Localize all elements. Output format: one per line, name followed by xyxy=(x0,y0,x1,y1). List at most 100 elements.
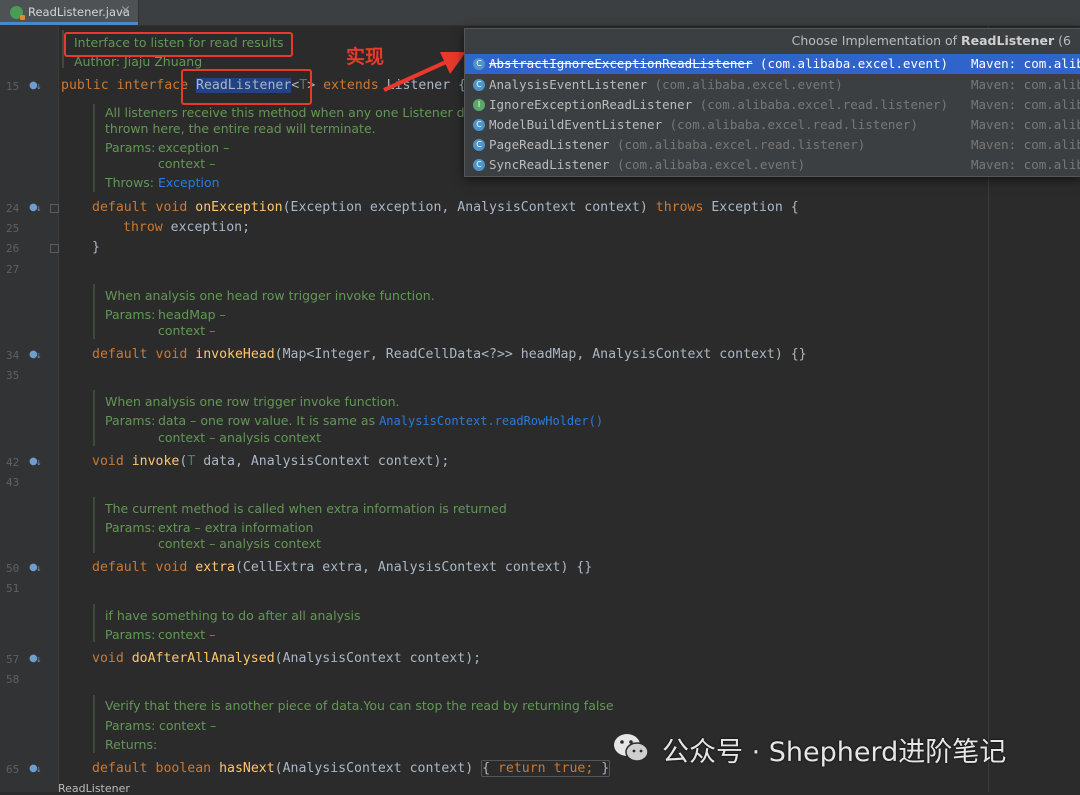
doc-param: data – one row value. It is same as Anal… xyxy=(158,413,603,428)
class-icon: C xyxy=(473,58,485,70)
doc-params-label: Params: xyxy=(105,413,156,428)
doc-param: context – xyxy=(155,718,217,733)
implementation-package: (com.alibaba.excel.event) xyxy=(609,157,806,172)
line-number: 24 xyxy=(6,202,20,215)
implementation-package: (com.alibaba.excel.event) xyxy=(647,77,843,92)
highlight-box xyxy=(181,69,312,105)
fold-icon[interactable] xyxy=(50,244,59,253)
method-name[interactable]: invokeHead xyxy=(195,347,274,362)
implementation-name: IgnoreExceptionReadListener xyxy=(489,97,693,112)
tab-label: ReadListener.java xyxy=(28,5,130,19)
code-line: void doAfterAllAnalysed(AnalysisContext … xyxy=(92,651,481,666)
implementation-label: IgnoreExceptionReadListener (com.alibaba… xyxy=(489,95,948,115)
keyword: default xyxy=(92,200,148,215)
exception-link[interactable]: Exception xyxy=(158,175,220,190)
tab-readlistener[interactable]: ReadListener.java × xyxy=(0,0,139,25)
doc-returns-label: Returns: xyxy=(105,737,158,752)
implementation-library: Maven: com.alib xyxy=(971,97,1080,112)
line-number: 34 xyxy=(6,349,20,362)
implemented-marker-icon[interactable]: ● ↓ xyxy=(29,349,42,361)
implementation-name: AnalysisEventListener xyxy=(489,77,648,92)
read-row-holder-link[interactable]: AnalysisContext.readRowHolder() xyxy=(379,414,603,428)
implementation-item[interactable]: C ModelBuildEventListener (com.alibaba.e… xyxy=(465,115,1080,135)
implemented-marker-icon[interactable]: ● ↓ xyxy=(29,202,42,214)
keyword: boolean xyxy=(155,761,212,776)
doc-text: Verify that there is another piece of da… xyxy=(105,698,614,713)
line-number: 27 xyxy=(6,263,20,276)
keyword: true; xyxy=(553,761,594,776)
method-args: (AnalysisContext context); xyxy=(274,651,482,666)
doc-bar xyxy=(93,390,95,446)
keyword: extends xyxy=(323,78,379,93)
highlight-box xyxy=(64,32,293,57)
doc-param: headMap – xyxy=(158,307,226,322)
keyword: throw xyxy=(123,220,163,235)
method-args: (AnalysisContext context) xyxy=(274,761,482,776)
implementation-name: AbstractIgnoreExceptionReadListener xyxy=(489,56,753,71)
doc-param: extra – extra information xyxy=(158,520,314,535)
implemented-marker-icon[interactable]: ● ↓ xyxy=(29,763,42,775)
implementation-item[interactable]: C PageReadListener (com.alibaba.excel.re… xyxy=(465,135,1080,155)
popup-title: Choose Implementation of ReadListener (6 xyxy=(465,29,1080,53)
method-name[interactable]: extra xyxy=(195,560,235,575)
doc-text: When analysis one row trigger invoke fun… xyxy=(105,394,400,409)
doc-bar xyxy=(93,497,95,553)
implementation-item[interactable]: C SyncReadListener (com.alibaba.excel.ev… xyxy=(465,155,1080,175)
doc-param: context – xyxy=(158,627,216,642)
implementation-package: (com.alibaba.excel.read.listener) xyxy=(609,137,866,152)
line-number: 15 xyxy=(6,80,20,93)
keyword: public xyxy=(61,78,109,93)
implementation-library: Maven: com.alib xyxy=(971,157,1080,172)
implementation-item[interactable]: C AbstractIgnoreExceptionReadListener (c… xyxy=(465,54,1080,74)
close-icon[interactable]: × xyxy=(120,3,131,18)
line-number: 58 xyxy=(6,673,20,686)
implemented-marker-icon[interactable]: ● ↓ xyxy=(29,80,42,92)
implemented-marker-icon[interactable]: ● ↓ xyxy=(29,562,42,574)
keyword: return xyxy=(497,761,546,776)
doc-bar xyxy=(93,104,95,192)
method-name[interactable]: hasNext xyxy=(219,761,275,776)
implementation-library: Maven: com.alib xyxy=(971,56,1080,71)
doc-param-text: data – one row value. It is same as xyxy=(158,413,380,428)
code-line: default void onException(Exception excep… xyxy=(92,200,799,215)
method-name[interactable]: doAfterAllAnalysed xyxy=(132,651,275,666)
doc-text: thrown here, the entire read will termin… xyxy=(105,121,376,136)
method-args: data, AnalysisContext context); xyxy=(195,454,450,469)
code-text: Exception { xyxy=(703,200,799,215)
method-args: (CellExtra extra, AnalysisContext contex… xyxy=(234,560,593,575)
code-line: throw exception; xyxy=(123,220,250,235)
doc-text: When analysis one head row trigger invok… xyxy=(105,288,435,303)
doc-param: context – xyxy=(158,156,216,171)
implemented-marker-icon[interactable]: ● ↓ xyxy=(29,456,42,468)
folded-region[interactable]: { return true; } xyxy=(481,760,611,777)
class-icon: C xyxy=(473,159,485,171)
implementation-item[interactable]: I IgnoreExceptionReadListener (com.aliba… xyxy=(465,95,1080,115)
breadcrumb[interactable]: ReadListener xyxy=(58,782,130,795)
doc-params-label: Params: xyxy=(105,718,156,733)
implementation-library: Maven: com.alib xyxy=(971,117,1080,132)
line-number: 57 xyxy=(6,653,20,666)
implementation-label: PageReadListener (com.alibaba.excel.read… xyxy=(489,135,865,155)
popup-title-name: ReadListener xyxy=(961,33,1055,48)
line-number: 25 xyxy=(6,222,20,235)
line-number: 26 xyxy=(6,242,20,255)
keyword: void xyxy=(155,560,188,575)
implementation-name: ModelBuildEventListener xyxy=(489,117,663,132)
line-number: 50 xyxy=(6,562,20,575)
method-name[interactable]: onException xyxy=(195,200,282,215)
implementation-item[interactable]: C AnalysisEventListener (com.alibaba.exc… xyxy=(465,75,1080,95)
implemented-marker-icon[interactable]: ● ↓ xyxy=(29,653,42,665)
implementation-name: SyncReadListener xyxy=(489,157,610,172)
choose-implementation-popup[interactable]: Choose Implementation of ReadListener (6… xyxy=(464,28,1080,177)
doc-link[interactable]: Exception xyxy=(158,175,220,190)
method-name[interactable]: invoke xyxy=(132,454,180,469)
method-args: (Exception exception, AnalysisContext co… xyxy=(282,200,656,215)
class-icon: C xyxy=(473,79,485,91)
fold-icon[interactable] xyxy=(50,204,59,213)
code-text: exception; xyxy=(162,220,251,235)
doc-params-label: Params: xyxy=(105,520,156,535)
active-tab-indicator xyxy=(0,22,138,25)
code-line: void invoke(T data, AnalysisContext cont… xyxy=(92,454,449,469)
implementation-library: Maven: com.alib xyxy=(971,137,1080,152)
implementation-library: Maven: com.alib xyxy=(971,77,1080,92)
